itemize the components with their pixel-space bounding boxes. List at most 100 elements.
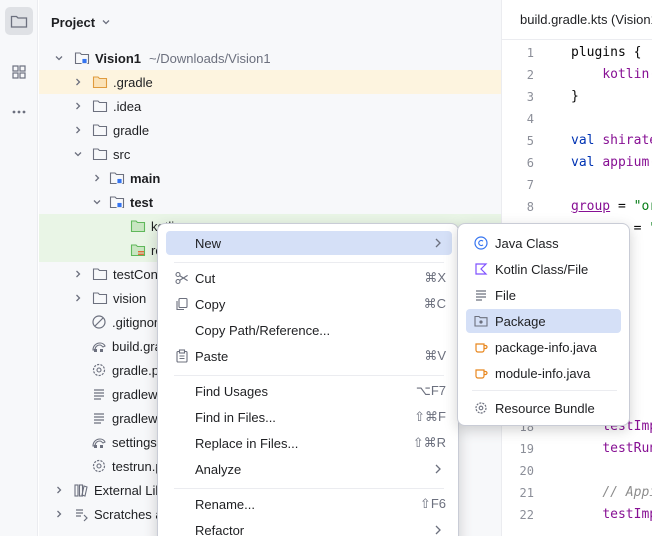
- menu-item-paste[interactable]: Paste ⌘V: [166, 344, 452, 368]
- menu-item-shortcut: ⌘X: [424, 270, 446, 285]
- menu-item-copy[interactable]: Copy ⌘C: [166, 292, 452, 316]
- menu-item-label: Paste: [195, 348, 229, 364]
- menu-item-shortcut: ⇧⌘F: [414, 409, 446, 424]
- menu-item-rename[interactable]: Rename... ⇧F6: [166, 492, 452, 516]
- chevron-down-icon[interactable]: [51, 50, 67, 66]
- folder-icon: [92, 98, 108, 114]
- menu-separator: [174, 488, 444, 489]
- menu-item-find-in-files[interactable]: Find in Files... ⇧⌘F: [166, 405, 452, 429]
- resource-bundle-icon: [473, 400, 489, 416]
- ignored-file-icon: [91, 314, 107, 330]
- submenu-item-java-class[interactable]: Java Class: [466, 231, 621, 255]
- chevron-down-icon[interactable]: [70, 146, 86, 162]
- menu-item-shortcut: ⌘C: [423, 296, 446, 311]
- submenu-item-label: Kotlin Class/File: [495, 261, 589, 277]
- chevron-down-icon[interactable]: [89, 194, 105, 210]
- chevron-right-icon[interactable]: [51, 482, 67, 498]
- folder-orange-icon: [92, 74, 108, 90]
- submenu-item-kotlin-class[interactable]: Kotlin Class/File: [466, 257, 621, 281]
- project-panel-title: Project: [51, 14, 96, 30]
- code-line: }: [571, 89, 579, 104]
- gradle-file-icon: [91, 434, 107, 450]
- project-path: ~/Downloads/Vision1: [149, 50, 271, 66]
- chevron-right-icon[interactable]: [70, 290, 86, 306]
- menu-item-shortcut: ⇧⌘R: [412, 435, 446, 450]
- context-menu: New Cut ⌘X Copy ⌘C Copy Path/Reference..…: [157, 223, 459, 536]
- submenu-item-file[interactable]: File: [466, 283, 621, 307]
- tree-label: .gradle: [113, 74, 153, 90]
- code-line: testImp: [602, 507, 652, 522]
- tree-row-vision1[interactable]: Vision1 ~/Downloads/Vision1: [39, 46, 501, 70]
- menu-item-refactor[interactable]: Refactor: [166, 518, 452, 536]
- submenu-item-label: package-info.java: [495, 339, 597, 355]
- chevron-right-icon[interactable]: [70, 74, 86, 90]
- menu-item-copy-path[interactable]: Copy Path/Reference...: [166, 318, 452, 342]
- editor-tab-title: build.gradle.kts (Vision1): [520, 12, 652, 27]
- folder-icon: [92, 146, 108, 162]
- test-source-folder-icon: [130, 218, 146, 234]
- source-folder-icon: [109, 170, 125, 186]
- menu-item-label: Copy Path/Reference...: [195, 322, 331, 338]
- line-number: 3: [526, 90, 534, 104]
- submenu-item-resource-bundle[interactable]: Resource Bundle: [466, 396, 621, 420]
- text-file-icon: [91, 386, 107, 402]
- code-line: plugins {: [571, 45, 642, 60]
- structure-tool-window-button[interactable]: [5, 58, 33, 86]
- line-number: 19: [519, 442, 534, 456]
- chevron-right-icon[interactable]: [70, 122, 86, 138]
- code-line: // Appi: [602, 485, 652, 500]
- tree-label: vision: [113, 290, 147, 306]
- chevron-right-icon[interactable]: [70, 266, 86, 282]
- menu-item-cut[interactable]: Cut ⌘X: [166, 266, 452, 290]
- line-number: 4: [526, 112, 534, 126]
- editor-tab[interactable]: build.gradle.kts (Vision1): [502, 0, 652, 40]
- menu-item-analyze[interactable]: Analyze: [166, 457, 452, 481]
- folder-icon: [10, 15, 28, 28]
- more-tool-windows-button[interactable]: [5, 98, 33, 126]
- chevron-right-icon[interactable]: [51, 506, 67, 522]
- folder-icon: [92, 290, 108, 306]
- line-number: 6: [526, 156, 534, 170]
- menu-item-find-usages[interactable]: Find Usages ⌥F7: [166, 379, 452, 403]
- submenu-item-module-info[interactable]: module-info.java: [466, 361, 621, 385]
- menu-item-shortcut: ⌘V: [424, 348, 446, 363]
- tree-row-src[interactable]: src: [39, 142, 501, 166]
- submenu-item-package[interactable]: Package: [466, 309, 621, 333]
- tree-label: .idea: [113, 98, 142, 114]
- gradle-file-icon: [91, 338, 107, 354]
- structure-icon: [12, 65, 26, 79]
- menu-item-label: Refactor: [195, 522, 245, 536]
- tree-label: Vision1: [95, 50, 142, 66]
- menu-item-label: Cut: [195, 270, 216, 286]
- line-number: 22: [519, 508, 534, 522]
- submenu-item-package-info[interactable]: package-info.java: [466, 335, 621, 359]
- tree-row-gradle[interactable]: gradle: [39, 118, 501, 142]
- project-tool-window-button[interactable]: [5, 7, 33, 35]
- line-number: 7: [526, 178, 534, 192]
- tree-row-idea[interactable]: .idea: [39, 94, 501, 118]
- menu-item-new[interactable]: New: [166, 231, 452, 255]
- menu-separator: [472, 390, 617, 391]
- line-number: 1: [526, 46, 534, 60]
- line-number: 8: [526, 200, 534, 214]
- tree-label: test: [130, 194, 154, 210]
- chevron-right-icon[interactable]: [89, 170, 105, 186]
- folder-icon: [92, 266, 108, 282]
- chevron-right-icon[interactable]: [70, 98, 86, 114]
- tree-label: main: [130, 170, 161, 186]
- submenu-item-label: Resource Bundle: [495, 400, 595, 416]
- project-panel-header[interactable]: Project: [51, 12, 111, 32]
- tree-row-gradle-hidden[interactable]: .gradle: [39, 70, 501, 94]
- chevron-right-icon: [435, 464, 441, 474]
- code-line: testRun: [602, 441, 652, 456]
- test-resources-folder-icon: [130, 242, 146, 258]
- tree-row-test[interactable]: test: [39, 190, 501, 214]
- chevron-right-icon: [435, 238, 441, 248]
- tree-label: gradle: [113, 122, 150, 138]
- menu-separator: [174, 262, 444, 263]
- tree-row-main[interactable]: main: [39, 166, 501, 190]
- java-file-icon: [473, 365, 489, 381]
- menu-separator: [174, 375, 444, 376]
- menu-item-label: Analyze: [195, 461, 242, 477]
- menu-item-replace-in-files[interactable]: Replace in Files... ⇧⌘R: [166, 431, 452, 455]
